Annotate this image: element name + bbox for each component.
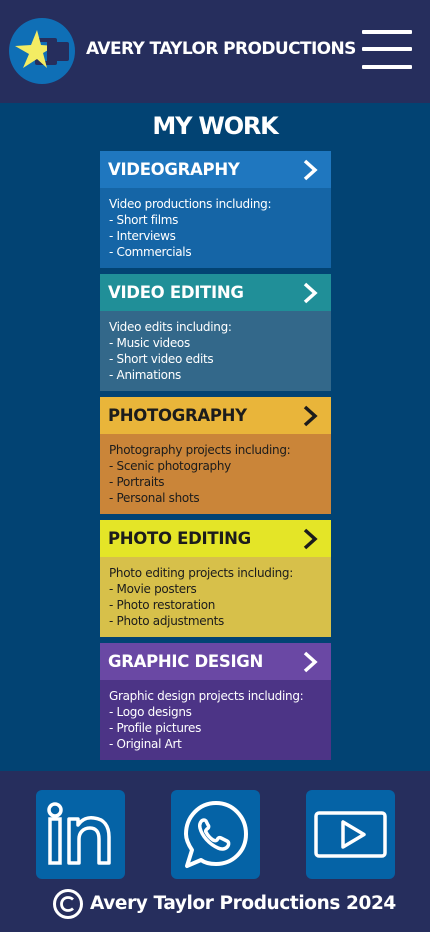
card-line: - Photo adjustments (109, 614, 224, 628)
card-title: VIDEOGRAPHY (108, 160, 240, 179)
card-line: Photo editing projects including: (109, 566, 293, 580)
card-line: - Short films (109, 213, 179, 227)
card-title: GRAPHIC DESIGN (108, 652, 264, 671)
page: AVERY TAYLOR PRODUCTIONS MY WORK VIDEOGR… (0, 0, 430, 932)
linkedin-button[interactable] (36, 790, 125, 879)
chevron-right-icon[interactable] (302, 405, 318, 427)
card-description: Video productions including: - Short fil… (109, 196, 272, 260)
card-line: - Logo designs (109, 705, 192, 719)
page-title: MY WORK (152, 112, 278, 140)
card-line: Video productions including: (109, 197, 272, 211)
card-line: - Original Art (109, 737, 182, 751)
card-body: Photo editing projects including: - Movi… (100, 557, 331, 637)
card-description: Video edits including: - Music videos - … (109, 319, 232, 383)
card-body: Photography projects including: - Scenic… (100, 434, 331, 514)
card-graphic-design: GRAPHIC DESIGN Graphic design projects i… (100, 643, 331, 760)
card-line: Graphic design projects including: (109, 689, 304, 703)
card-line: - Personal shots (109, 491, 200, 505)
site-header: AVERY TAYLOR PRODUCTIONS (0, 0, 430, 103)
card-header-video-editing[interactable]: VIDEO EDITING (100, 274, 331, 311)
card-line: - Animations (109, 368, 181, 382)
card-videography: VIDEOGRAPHY Video productions including:… (100, 151, 331, 268)
youtube-play-icon (314, 811, 387, 858)
card-video-editing: VIDEO EDITING Video edits including: - M… (100, 274, 331, 391)
card-line: Video edits including: (109, 320, 232, 334)
menu-line (362, 65, 412, 69)
site-footer: Avery Taylor Productions 2024 (0, 771, 430, 932)
card-line: Photography projects including: (109, 443, 291, 457)
card-header-graphic-design[interactable]: GRAPHIC DESIGN (100, 643, 331, 680)
linkedin-icon (47, 802, 111, 865)
card-body: Video edits including: - Music videos - … (100, 311, 331, 391)
copyright-text: Avery Taylor Productions 2024 (90, 893, 396, 914)
youtube-button[interactable] (306, 790, 395, 879)
card-header-videography[interactable]: VIDEOGRAPHY (100, 151, 331, 188)
whatsapp-button[interactable] (171, 790, 260, 879)
chevron-right-icon[interactable] (302, 528, 318, 550)
whatsapp-icon (184, 801, 248, 868)
chevron-right-icon[interactable] (302, 282, 318, 304)
hamburger-menu-icon[interactable] (362, 29, 414, 73)
brand-name[interactable]: AVERY TAYLOR PRODUCTIONS (86, 39, 356, 59)
menu-line (362, 30, 412, 34)
card-line: - Portraits (109, 475, 165, 489)
card-line: - Photo restoration (109, 598, 216, 612)
card-line: - Profile pictures (109, 721, 202, 735)
card-photo-editing: PHOTO EDITING Photo editing projects inc… (100, 520, 331, 637)
card-line: - Movie posters (109, 582, 197, 596)
star-camera-logo[interactable] (9, 18, 75, 84)
card-title: PHOTOGRAPHY (108, 406, 247, 425)
card-title: VIDEO EDITING (108, 283, 244, 302)
card-line: - Commercials (109, 245, 192, 259)
card-photography: PHOTOGRAPHY Photography projects includi… (100, 397, 331, 514)
chevron-right-icon[interactable] (302, 159, 318, 181)
copyright-icon (53, 889, 83, 919)
menu-line (362, 47, 412, 51)
card-line: - Scenic photography (109, 459, 231, 473)
card-title: PHOTO EDITING (108, 529, 251, 548)
card-line: - Interviews (109, 229, 176, 243)
card-body: Video productions including: - Short fil… (100, 188, 331, 268)
card-header-photography[interactable]: PHOTOGRAPHY (100, 397, 331, 434)
card-description: Photography projects including: - Scenic… (109, 442, 291, 506)
chevron-right-icon[interactable] (302, 651, 318, 673)
card-description: Photo editing projects including: - Movi… (109, 565, 293, 629)
card-line: - Music videos (109, 336, 190, 350)
card-line: - Short video edits (109, 352, 214, 366)
card-header-photo-editing[interactable]: PHOTO EDITING (100, 520, 331, 557)
card-body: Graphic design projects including: - Log… (100, 680, 331, 760)
card-description: Graphic design projects including: - Log… (109, 688, 304, 752)
